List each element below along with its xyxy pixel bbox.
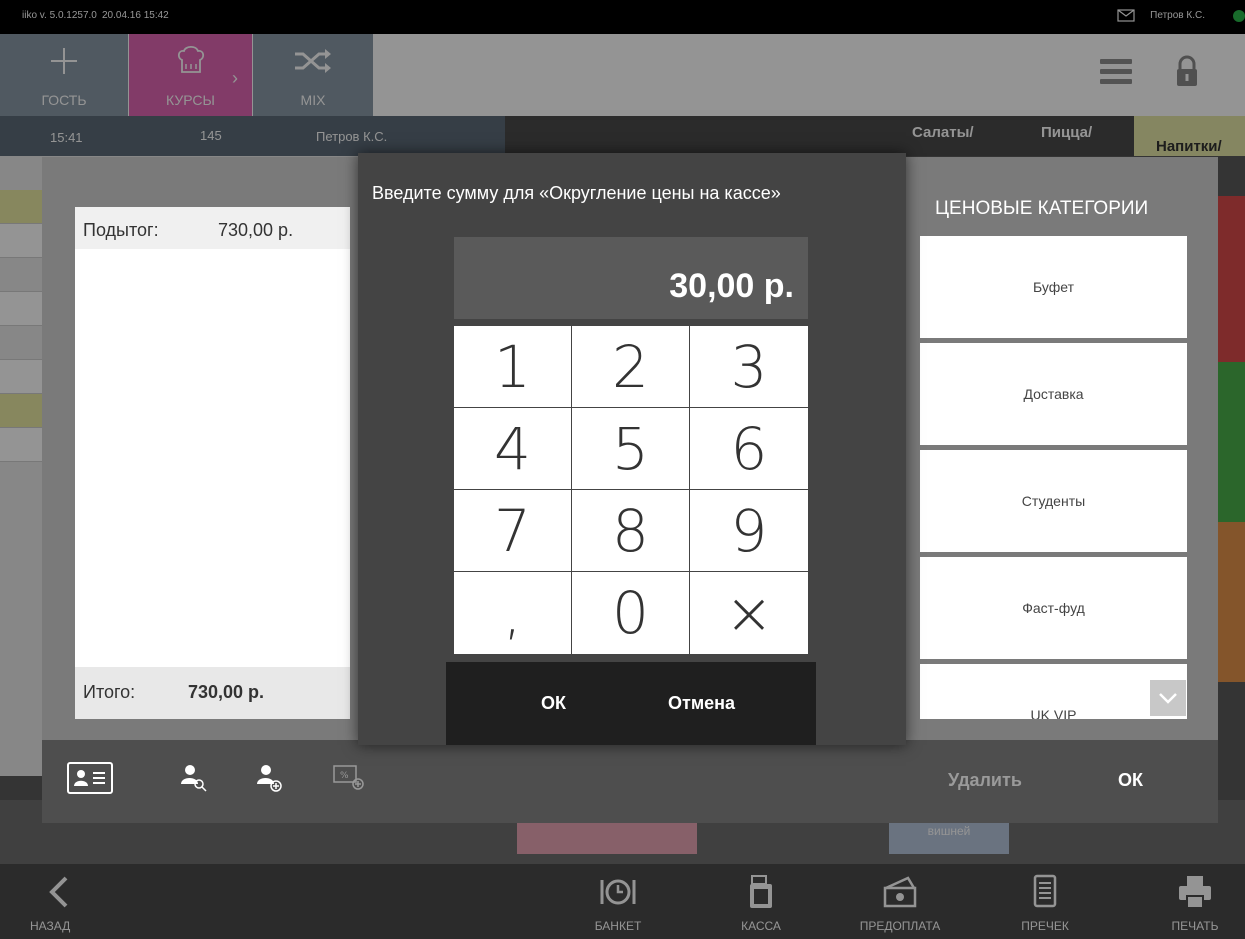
guest-card-icon[interactable] bbox=[67, 762, 113, 794]
numpad-key-comma[interactable]: , bbox=[454, 572, 572, 654]
price-category-item[interactable]: Доставка bbox=[920, 343, 1187, 445]
add-discount-icon[interactable]: % bbox=[332, 762, 366, 794]
amount-modal-footer bbox=[446, 662, 816, 745]
dialog-ok-button[interactable]: ОК bbox=[1118, 770, 1143, 791]
numpad-key-2[interactable]: 2 bbox=[572, 326, 690, 408]
price-category-item[interactable]: Студенты bbox=[920, 450, 1187, 552]
amount-cancel-button[interactable]: Отмена bbox=[668, 693, 735, 714]
subtotal-row: Подытог: 730,00 р. bbox=[75, 207, 350, 249]
numpad-key-8[interactable]: 8 bbox=[572, 490, 690, 572]
numpad-key-6[interactable]: 6 bbox=[690, 408, 808, 490]
chevron-down-icon bbox=[1159, 693, 1177, 704]
price-category-label: Фаст-фуд bbox=[1022, 600, 1085, 616]
numpad-key-5[interactable]: 5 bbox=[572, 408, 690, 490]
subtotal-label: Подытог: bbox=[83, 220, 159, 240]
numpad: 1 2 3 4 5 6 7 8 9 , 0 × bbox=[454, 326, 808, 654]
price-category-label: Доставка bbox=[1023, 386, 1084, 402]
svg-text:%: % bbox=[340, 771, 349, 781]
dialog-footer bbox=[42, 740, 1218, 823]
delete-button[interactable]: Удалить bbox=[948, 770, 1022, 791]
add-guest-icon[interactable] bbox=[254, 762, 284, 794]
scroll-down-button[interactable] bbox=[1150, 680, 1186, 716]
price-category-label: Студенты bbox=[1021, 493, 1086, 509]
total-row: Итого: 730,00 р. bbox=[75, 667, 350, 719]
numpad-key-9[interactable]: 9 bbox=[690, 490, 808, 572]
total-label: Итого: bbox=[83, 682, 136, 702]
price-categories-title: ЦЕНОВЫЕ КАТЕГОРИИ bbox=[935, 198, 1149, 219]
numpad-key-3[interactable]: 3 bbox=[690, 326, 808, 408]
numpad-key-7[interactable]: 7 bbox=[454, 490, 572, 572]
amount-input[interactable]: 30,00 р. bbox=[454, 237, 808, 319]
price-category-label: UK VIP bbox=[1030, 707, 1077, 719]
total-value: 730,00 р. bbox=[188, 682, 265, 702]
search-guest-icon[interactable] bbox=[178, 762, 208, 794]
price-category-item[interactable]: UK VIP bbox=[920, 664, 1187, 719]
totals-panel bbox=[75, 207, 350, 719]
price-category-label: Буфет bbox=[1033, 279, 1074, 295]
numpad-key-0[interactable]: 0 bbox=[572, 572, 690, 654]
amount-ok-button[interactable]: ОК bbox=[541, 693, 566, 714]
amount-modal-title: Введите сумму для «Округление цены на ка… bbox=[372, 183, 781, 203]
numpad-clear-key[interactable]: × bbox=[690, 572, 808, 654]
subtotal-value: 730,00 р. bbox=[218, 220, 294, 240]
numpad-key-4[interactable]: 4 bbox=[454, 408, 572, 490]
numpad-key-1[interactable]: 1 bbox=[454, 326, 572, 408]
price-category-item[interactable]: Буфет bbox=[920, 236, 1187, 338]
price-category-item[interactable]: Фаст-фуд bbox=[920, 557, 1187, 659]
